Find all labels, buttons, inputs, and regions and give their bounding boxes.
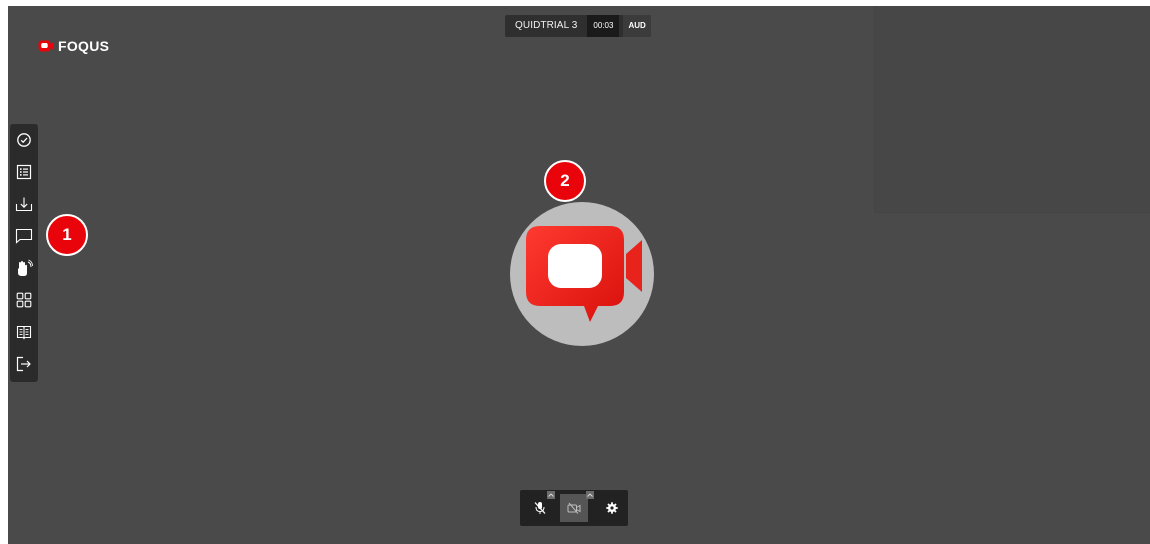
download-icon xyxy=(15,197,33,212)
callout-marker: 1 xyxy=(46,214,88,256)
settings-icon xyxy=(606,502,618,514)
sidebar-item-exit[interactable] xyxy=(10,350,38,378)
meeting-status-bar: QUIDTRIAL 3 00:03 AUD xyxy=(505,15,651,37)
meeting-title: QUIDTRIAL 3 xyxy=(515,20,578,31)
mic-muted-icon xyxy=(534,502,546,514)
left-sidebar xyxy=(10,124,38,382)
chevron-up-icon xyxy=(587,493,593,497)
meeting-timer: 00:03 xyxy=(587,15,620,37)
logo-text: FOQUS xyxy=(58,38,110,54)
sidebar-item-book[interactable] xyxy=(10,318,38,346)
book-icon xyxy=(16,325,32,340)
check-circle-icon xyxy=(17,133,31,147)
meeting-stage: QUIDTRIAL 3 00:03 AUD FOQUS 1 2 xyxy=(8,6,1150,544)
list-icon xyxy=(16,164,32,180)
chevron-up-icon xyxy=(548,493,554,497)
participant-avatar xyxy=(510,202,654,346)
grid-view-icon xyxy=(16,292,32,308)
audio-badge[interactable]: AUD xyxy=(623,15,651,37)
callout-marker: 2 xyxy=(544,160,586,202)
camera-options-caret[interactable] xyxy=(586,491,594,499)
sidebar-item-grid-view[interactable] xyxy=(10,286,38,314)
sidebar-item-chat[interactable] xyxy=(10,222,38,250)
chat-icon xyxy=(15,228,33,244)
screen: QUIDTRIAL 3 00:03 AUD FOQUS 1 2 xyxy=(0,0,1150,544)
mic-options-caret[interactable] xyxy=(547,491,555,499)
sidebar-item-list[interactable] xyxy=(10,158,38,186)
app-logo: FOQUS xyxy=(38,38,109,54)
settings-button[interactable] xyxy=(598,494,626,522)
sidebar-item-raise-hand[interactable] xyxy=(10,254,38,282)
camera-toggle-button[interactable] xyxy=(560,494,588,522)
sidebar-item-download[interactable] xyxy=(10,190,38,218)
video-camera-logo-icon xyxy=(526,226,642,322)
raise-hand-icon xyxy=(18,259,33,276)
camera-off-icon xyxy=(567,502,581,514)
sidebar-item-check[interactable] xyxy=(10,126,38,154)
media-controls xyxy=(520,490,628,526)
participant-panel xyxy=(874,6,1150,213)
exit-icon xyxy=(16,356,31,372)
logo-camera-icon xyxy=(38,40,54,51)
